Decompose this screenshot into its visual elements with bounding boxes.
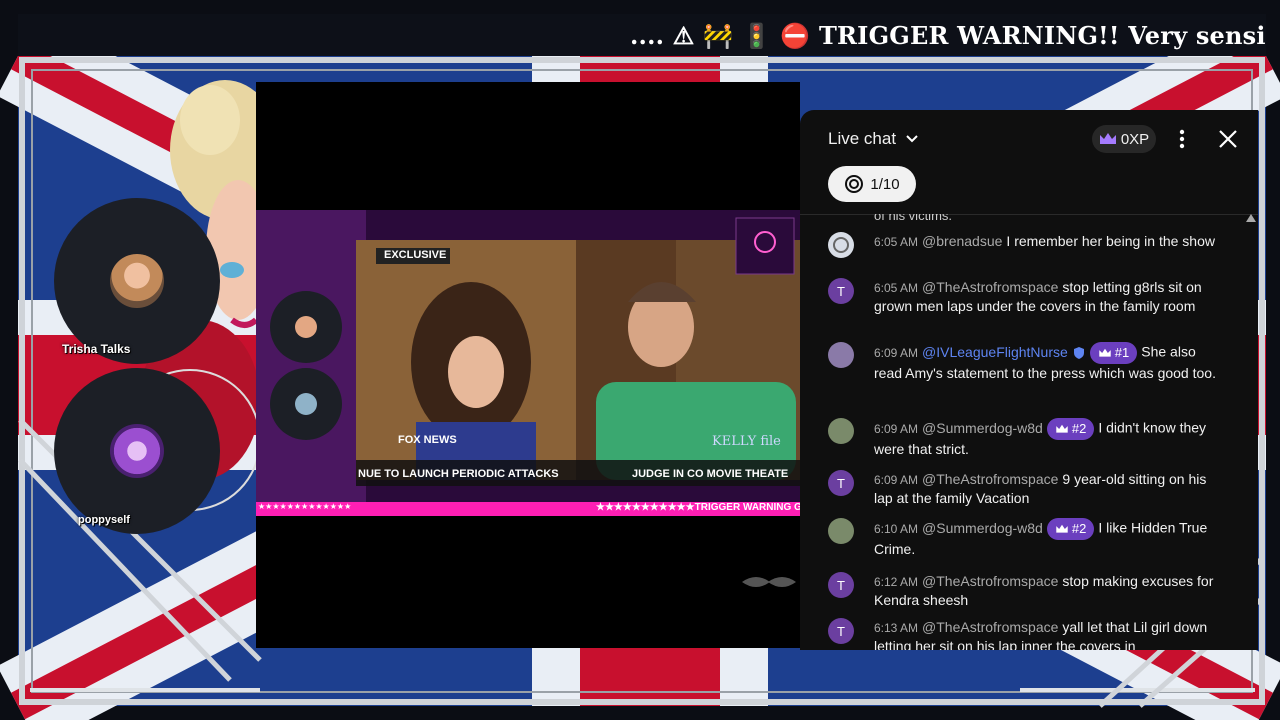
xp-label: 0XP (1120, 130, 1150, 148)
message-text: I remember her being in the show (1006, 233, 1215, 249)
user-avatar[interactable] (828, 418, 854, 444)
pink-bar-left: ★★★★★★★★★★★★★ (258, 502, 352, 511)
chat-message[interactable]: T 6:05 AM @TheAstrofromspace stop letting … (828, 278, 1226, 315)
user-avatar[interactable] (828, 342, 854, 368)
chat-message[interactable]: 6:05 AM @brenadsue I remember her being in… (828, 232, 1226, 258)
message-author[interactable]: @brenadsue (922, 233, 1002, 249)
lower-third-right: JUDGE IN CO MOVIE THEATE (632, 468, 789, 480)
partial-message: of his victims. (874, 214, 953, 223)
chat-message[interactable]: T 6:13 AM @TheAstrofromspace yall let that… (828, 618, 1226, 650)
goal-progress-chip[interactable]: 1/10 (828, 166, 916, 202)
message-author[interactable]: @Summerdog-w8d (922, 520, 1043, 536)
message-author[interactable]: @TheAstrofromspace (922, 619, 1058, 635)
message-author[interactable]: @Summerdog-w8d (922, 420, 1043, 436)
chat-title-dropdown[interactable]: Live chat (828, 129, 919, 149)
pink-bar-right: ★★★★★★★★★★★TRIGGER WARNING GR (596, 502, 800, 513)
show-logo: KELLY file (712, 434, 781, 449)
guest-name-2: poppyself (78, 514, 130, 526)
message-time: 6:05 AM (874, 235, 919, 249)
goal-count: 1/10 (870, 175, 900, 193)
message-time: 6:12 AM (874, 575, 919, 589)
chat-header: Live chat 0XP 1/10 (800, 110, 1258, 215)
user-avatar[interactable] (828, 518, 854, 544)
rank-badge: #2 (1046, 518, 1095, 540)
chat-message-list[interactable]: of his victims. 6:05 AM @brenadsue I remem… (800, 214, 1258, 650)
guest-avatar-2 (110, 424, 164, 478)
message-time: 6:10 AM (874, 521, 919, 536)
chat-message[interactable]: T 6:12 AM @TheAstrofromspace stop making e… (828, 572, 1226, 609)
message-time: 6:09 AM (874, 345, 919, 360)
guest-avatar-1 (110, 254, 164, 308)
rank-badge: #2 (1046, 418, 1095, 440)
network-logo: FOX NEWS (398, 434, 457, 446)
user-avatar[interactable]: T (828, 618, 854, 644)
chat-message[interactable]: 6:09 AM @IVLeagueFlightNurse #1 She also re… (828, 342, 1226, 382)
user-avatar[interactable]: T (828, 572, 854, 598)
guest-name-1: Trisha Talks (62, 342, 131, 356)
message-author[interactable]: @TheAstrofromspace (922, 471, 1058, 487)
chat-title-label: Live chat (828, 129, 897, 148)
video-player[interactable]: EXCLUSIVE FOX NEWS KELLY file NUE TO LAU… (256, 82, 800, 648)
shield-icon (1073, 347, 1084, 359)
target-icon (845, 175, 864, 193)
close-icon[interactable] (1216, 127, 1240, 151)
lower-third-left: NUE TO LAUNCH PERIODIC ATTACKS (358, 468, 559, 480)
exclusive-label: EXCLUSIVE (384, 249, 447, 261)
message-author[interactable]: @TheAstrofromspace (922, 279, 1058, 295)
chevron-down-icon (906, 135, 918, 143)
crown-icon (1099, 133, 1116, 144)
video-frame (256, 210, 800, 587)
message-time: 6:13 AM (874, 621, 919, 635)
ticker-text: .... ⚠ 🚧 🚦 ⛔ TRIGGER WARNING!! Very sens… (630, 21, 1266, 50)
user-avatar[interactable]: T (828, 470, 854, 496)
rank-badge: #1 (1089, 342, 1138, 364)
message-author[interactable]: @TheAstrofromspace (922, 573, 1058, 589)
message-time: 6:05 AM (874, 281, 919, 295)
user-avatar[interactable]: T (828, 278, 854, 304)
chat-message[interactable]: T 6:09 AM @TheAstrofromspace 9 year-old si… (828, 470, 1226, 507)
chat-message[interactable]: 6:09 AM @Summerdog-w8d #2 I didn't know the… (828, 418, 1226, 458)
xp-badge[interactable]: 0XP (1092, 125, 1156, 153)
chat-message[interactable]: 6:10 AM @Summerdog-w8d #2 I like Hidden Tru… (828, 518, 1226, 558)
ticker-banner: .... ⚠ 🚧 🚦 ⛔ TRIGGER WARNING!! Very sens… (18, 14, 1266, 56)
more-vert-icon[interactable] (1174, 127, 1190, 151)
live-chat-panel: Live chat 0XP 1/10 of his victims. 6:05 … (800, 110, 1258, 650)
message-time: 6:09 AM (874, 421, 919, 436)
message-author[interactable]: @IVLeagueFlightNurse (922, 344, 1068, 360)
message-time: 6:09 AM (874, 473, 919, 487)
user-avatar[interactable] (828, 232, 854, 258)
